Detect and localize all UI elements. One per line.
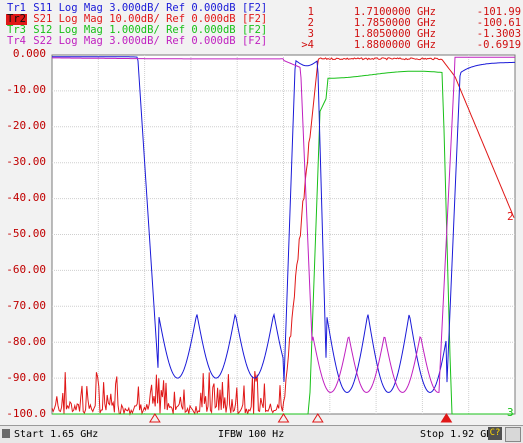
marker-triangle: [311, 413, 324, 423]
trace-end-label: 2: [507, 210, 514, 223]
calibration-badge[interactable]: C?: [488, 427, 502, 440]
ifbw[interactable]: IFBW 100 Hz: [218, 429, 284, 440]
start-freq[interactable]: Start 1.65 GHz: [14, 429, 98, 440]
marker-triangle: [440, 413, 453, 423]
marker-triangle: [277, 413, 290, 423]
marker-symbols: [148, 413, 453, 423]
trace-end-label: 3: [507, 406, 514, 419]
marker-triangle: [148, 413, 161, 423]
vna-display: Tr1 S11 Log Mag 3.000dB/ Ref 0.000dB [F2…: [0, 0, 523, 443]
stop-freq[interactable]: Stop 1.92 GHz: [420, 429, 498, 440]
plot-area[interactable]: 2 3: [0, 0, 523, 442]
status-indicator: [505, 427, 521, 442]
channel-icon: [2, 429, 10, 438]
status-bar: Start 1.65 GHz IFBW 100 Hz Stop 1.92 GHz…: [0, 425, 523, 443]
